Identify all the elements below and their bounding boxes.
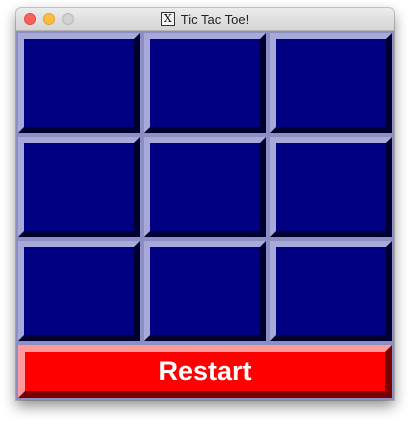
- cell-mark: [18, 241, 140, 341]
- cell-mark: [270, 137, 392, 237]
- cell-mark: [144, 33, 266, 133]
- board-cell-4[interactable]: [16, 135, 142, 239]
- title-bar[interactable]: X Tic Tac Toe!: [16, 8, 394, 31]
- cell-mark: [270, 241, 392, 341]
- cell-mark: [270, 33, 392, 133]
- restart-button[interactable]: Restart: [16, 343, 394, 400]
- board-cell-9[interactable]: [268, 239, 394, 343]
- board-cell-2[interactable]: [142, 31, 268, 135]
- game-board: [16, 31, 394, 343]
- restart-label: Restart: [18, 345, 392, 398]
- window-title: Tic Tac Toe!: [180, 11, 250, 27]
- board-cell-5[interactable]: [142, 135, 268, 239]
- game-window: X Tic Tac Toe! Restart: [16, 8, 394, 400]
- cell-mark: [144, 241, 266, 341]
- board-cell-1[interactable]: [16, 31, 142, 135]
- board-cell-7[interactable]: [16, 239, 142, 343]
- x11-icon: X: [160, 12, 175, 26]
- board-cell-8[interactable]: [142, 239, 268, 343]
- cell-mark: [18, 137, 140, 237]
- cell-mark: [18, 33, 140, 133]
- cell-mark: [144, 137, 266, 237]
- board-cell-6[interactable]: [268, 135, 394, 239]
- board-cell-3[interactable]: [268, 31, 394, 135]
- title-container: X Tic Tac Toe!: [16, 8, 394, 30]
